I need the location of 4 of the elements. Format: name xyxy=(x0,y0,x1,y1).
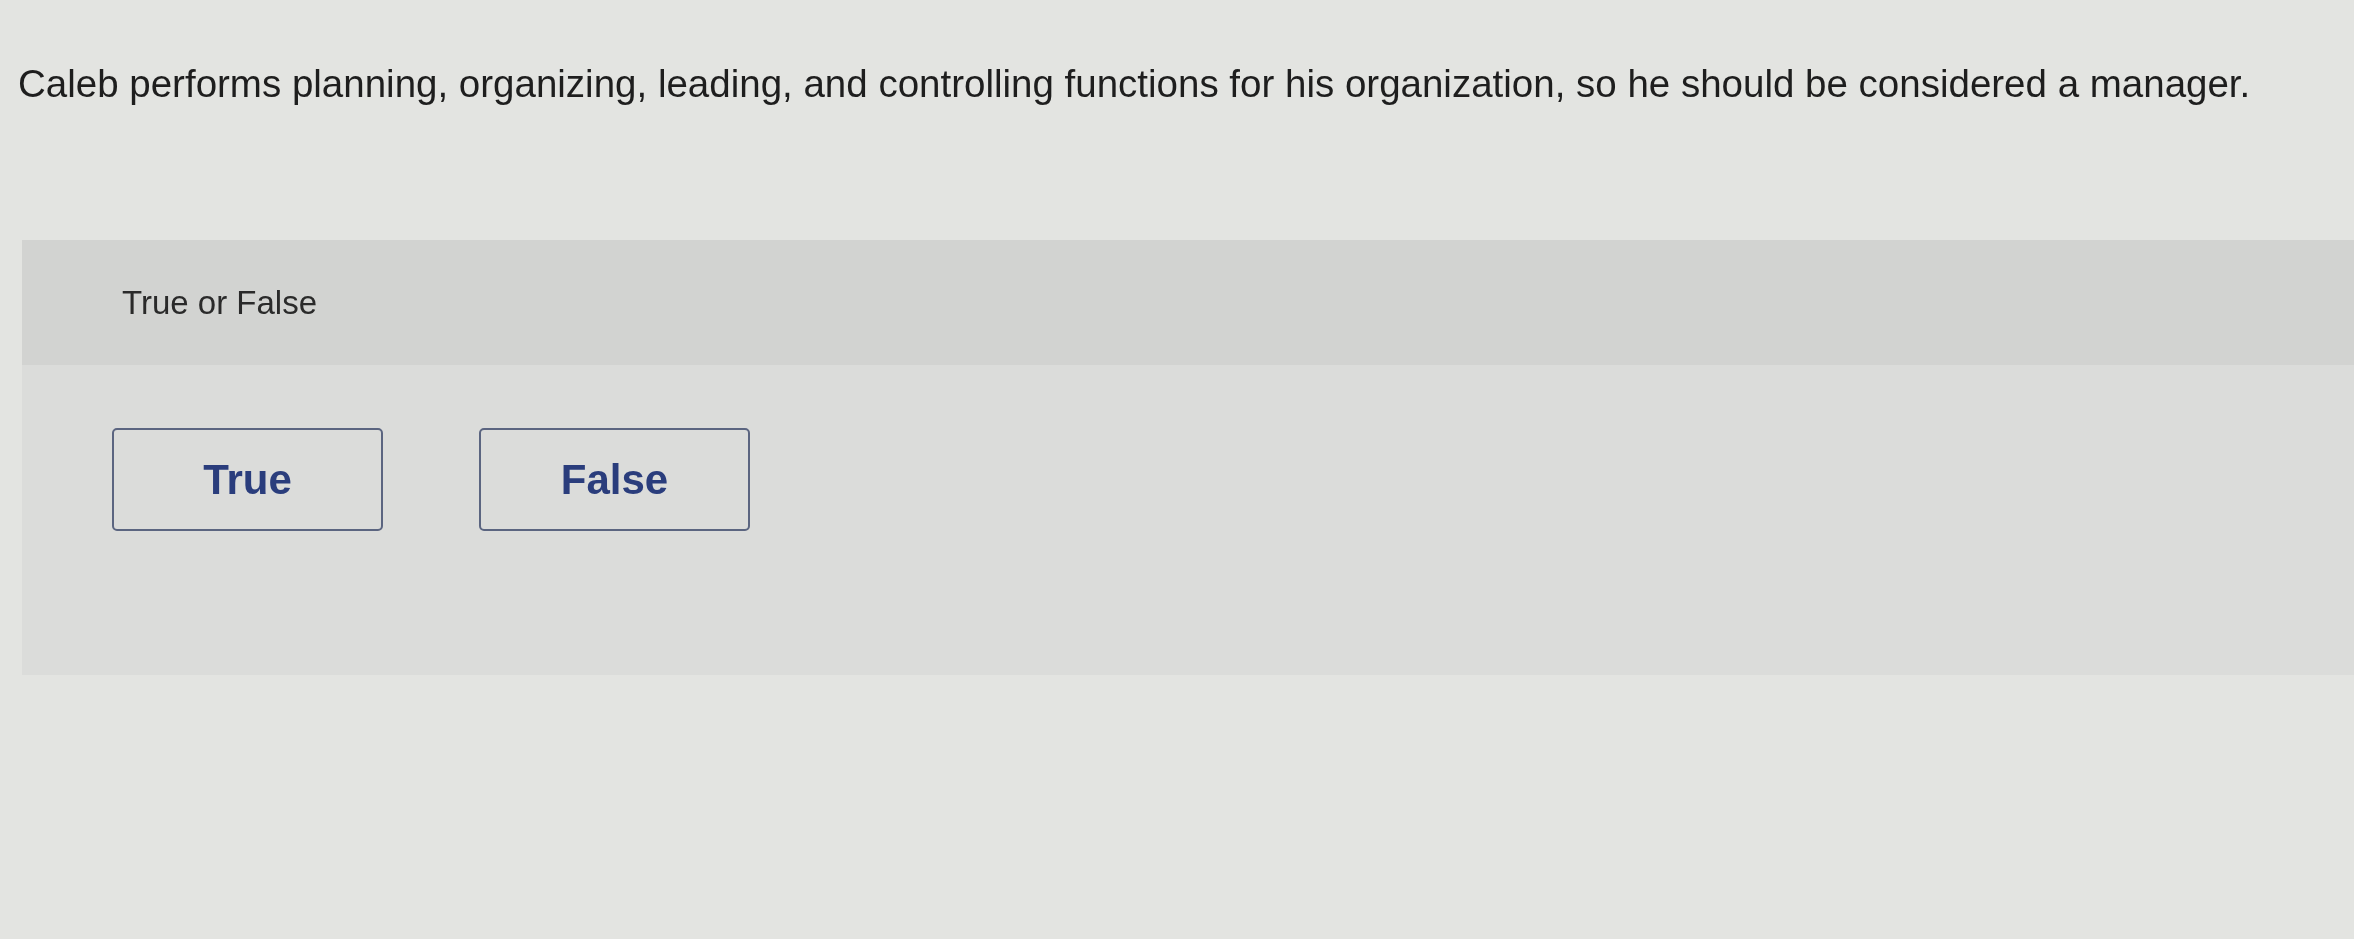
prompt-label: True or False xyxy=(122,283,317,322)
answer-option-button[interactable]: False xyxy=(479,428,750,531)
question-text: Caleb performs planning, organizing, leading, and controlling functions for his organization, so he should be considered a manager. xyxy=(18,61,2251,107)
answer-option-button[interactable]: True xyxy=(112,428,383,531)
